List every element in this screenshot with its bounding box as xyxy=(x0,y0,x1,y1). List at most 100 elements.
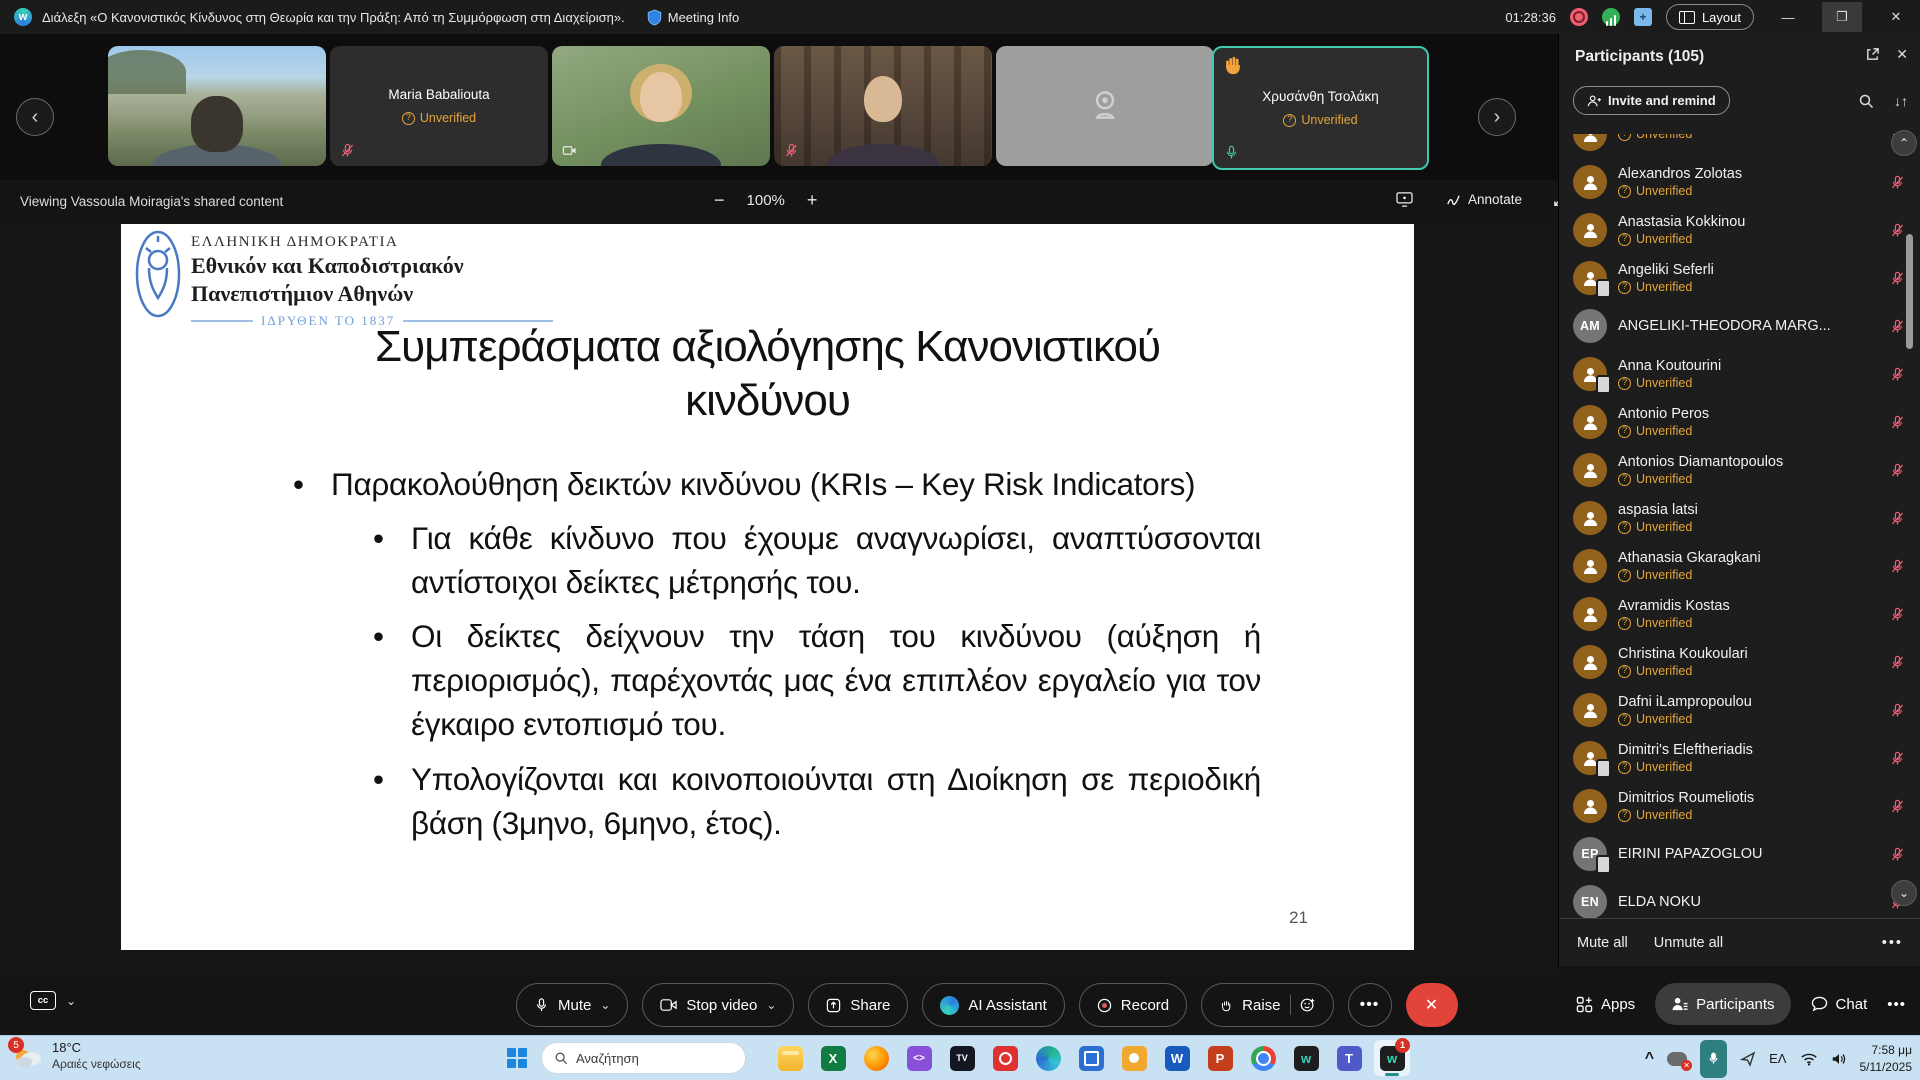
notes-icon[interactable]: + xyxy=(1633,8,1652,26)
taskbar-webex-meeting-icon[interactable]: w1 xyxy=(1374,1038,1410,1076)
speaker-icon[interactable] xyxy=(1831,1052,1847,1066)
participant-row[interactable]: AM ANGELIKI-THEODORA MARG... xyxy=(1559,302,1920,350)
panel-close-icon[interactable]: ✕ xyxy=(1896,46,1908,63)
participant-row[interactable]: Anastasia Kokkinou ? Unverified xyxy=(1559,206,1920,254)
apps-grid-icon xyxy=(1576,996,1593,1012)
filmstrip-next-button[interactable]: › xyxy=(1478,98,1516,136)
pop-out-icon[interactable] xyxy=(1865,47,1880,62)
recording-indicator-icon[interactable] xyxy=(1569,8,1588,26)
participant-row[interactable]: Anna Koutourini ? Unverified xyxy=(1559,350,1920,398)
ai-assistant-button[interactable]: AI Assistant xyxy=(922,983,1065,1027)
mute-button[interactable]: Mute ⌄ xyxy=(516,983,629,1027)
taskbar-clock[interactable]: 7:58 μμ 5/11/2025 xyxy=(1860,1042,1913,1074)
video-tile-1[interactable] xyxy=(108,46,326,166)
layout-button[interactable]: Layout xyxy=(1665,4,1754,30)
taskbar-code-app-icon[interactable]: <> xyxy=(901,1040,937,1076)
participants-toggle-button[interactable]: Participants xyxy=(1655,983,1791,1025)
taskbar-blue-app-icon[interactable] xyxy=(1073,1040,1109,1076)
tray-expand-chevron-icon[interactable]: ^ xyxy=(1645,1050,1654,1068)
participant-row[interactable]: EN ELDA NOKU xyxy=(1559,878,1920,918)
wifi-icon[interactable] xyxy=(1800,1052,1818,1066)
participant-row[interactable]: Dimitri's Eleftheriadis ? Unverified xyxy=(1559,734,1920,782)
taskbar-word-icon[interactable]: W xyxy=(1159,1040,1195,1076)
restore-button[interactable]: ❐ xyxy=(1822,2,1862,32)
participants-more-button[interactable]: ••• xyxy=(1882,935,1903,951)
record-button[interactable]: Record xyxy=(1078,983,1188,1027)
closed-captions-button[interactable]: cc ⌄ xyxy=(30,991,76,1010)
participant-name: Dimitri's Eleftheriadis xyxy=(1618,742,1753,758)
participant-row[interactable]: EP EIRINI PAPAZOGLOU xyxy=(1559,830,1920,878)
scroll-down-button[interactable]: ⌄ xyxy=(1891,880,1917,906)
taskbar-chrome-icon[interactable] xyxy=(1245,1040,1281,1076)
taskbar-file-explorer-icon[interactable] xyxy=(772,1040,808,1076)
taskbar-webex-icon[interactable]: w xyxy=(1288,1040,1324,1076)
muted-mic-icon xyxy=(1891,271,1904,284)
meeting-info-button[interactable]: Meeting Info xyxy=(647,8,739,26)
invite-and-remind-button[interactable]: Invite and remind xyxy=(1573,86,1730,115)
participant-name: Dimitrios Roumeliotis xyxy=(1618,790,1755,806)
video-tile-6-active-speaker[interactable]: Χρυσάνθη Τσολάκη ? Unverified xyxy=(1212,46,1429,170)
participants-list[interactable]: ?Unverified Alexandros Zolotas ?Unverifi… xyxy=(1559,134,1920,918)
person-icon xyxy=(1583,799,1597,814)
apps-button[interactable]: Apps xyxy=(1576,996,1635,1013)
scroll-up-button[interactable]: ⌃ xyxy=(1891,130,1917,156)
participant-row[interactable]: aspasia latsi ? Unverified xyxy=(1559,494,1920,542)
zoom-in-button[interactable]: + xyxy=(807,190,818,211)
leave-meeting-button[interactable]: ✕ xyxy=(1405,983,1458,1027)
filmstrip-prev-button[interactable]: ‹ xyxy=(16,98,54,136)
participant-row[interactable]: Angeliki Seferli ? Unverified xyxy=(1559,254,1920,302)
participant-row[interactable]: Antonios Diamantopoulos ? Unverified xyxy=(1559,446,1920,494)
taskbar-red-app-icon[interactable] xyxy=(987,1040,1023,1076)
mic-in-use-indicator[interactable] xyxy=(1700,1039,1728,1078)
stop-video-button[interactable]: Stop video ⌄ xyxy=(642,983,795,1027)
taskbar-teams-icon[interactable]: T xyxy=(1331,1040,1367,1076)
display-icon[interactable] xyxy=(1396,192,1413,207)
zoom-out-button[interactable]: − xyxy=(714,190,725,211)
taskbar-powerpoint-icon[interactable]: P xyxy=(1202,1040,1238,1076)
connection-quality-icon[interactable] xyxy=(1601,8,1620,26)
participant-name: Antonios Diamantopoulos xyxy=(1618,454,1784,470)
share-button[interactable]: Share xyxy=(808,983,909,1027)
taskbar-excel-icon[interactable]: X xyxy=(815,1040,851,1076)
participant-row[interactable]: Christina Koukoulari ? Unverified xyxy=(1559,638,1920,686)
chevron-down-icon[interactable]: ⌄ xyxy=(66,994,76,1008)
participant-status: ?Unverified xyxy=(1618,184,1742,198)
panel-more-button[interactable]: ••• xyxy=(1887,996,1906,1013)
more-options-button[interactable]: ••• xyxy=(1347,983,1392,1027)
participant-row[interactable]: Athanasia Gkaragkani ? Unverified xyxy=(1559,542,1920,590)
taskbar-edge-icon[interactable] xyxy=(1030,1040,1066,1076)
participant-row[interactable]: Alexandros Zolotas ? Unverified xyxy=(1559,158,1920,206)
muted-mic-icon xyxy=(1891,559,1904,572)
close-button[interactable]: ✕ xyxy=(1876,2,1916,32)
participant-row[interactable]: Dafni iLampropoulou ? Unverified xyxy=(1559,686,1920,734)
scrollbar-thumb[interactable] xyxy=(1906,234,1913,349)
video-tile-3[interactable] xyxy=(552,46,770,166)
search-icon[interactable] xyxy=(1858,93,1874,109)
participant-row[interactable]: Antonio Peros ? Unverified xyxy=(1559,398,1920,446)
unmute-all-button[interactable]: Unmute all xyxy=(1654,935,1723,951)
video-tile-5[interactable] xyxy=(996,46,1214,166)
raise-hand-button[interactable]: Raise xyxy=(1201,983,1334,1027)
taskbar-firefox-icon[interactable] xyxy=(858,1040,894,1076)
start-button[interactable] xyxy=(505,1046,529,1070)
participant-row[interactable]: Avramidis Kostas ? Unverified xyxy=(1559,590,1920,638)
reactions-smiley-icon[interactable] xyxy=(1300,997,1316,1013)
video-tile-2[interactable]: Maria Babaliouta ? Unverified xyxy=(330,46,548,166)
annotate-button[interactable]: Annotate xyxy=(1468,192,1522,207)
minimize-button[interactable]: — xyxy=(1768,2,1808,32)
video-background xyxy=(108,50,186,94)
taskbar-tradingview-icon[interactable]: TV xyxy=(944,1040,980,1076)
tile-participant-name: Χρυσάνθη Τσολάκη xyxy=(1262,89,1379,104)
taskbar-weather-widget[interactable]: 5 18°C Αραιές νεφώσεις xyxy=(8,1037,141,1073)
participant-row[interactable]: Dimitrios Roumeliotis ? Unverified xyxy=(1559,782,1920,830)
video-tile-4[interactable] xyxy=(774,46,992,166)
chat-button[interactable]: Chat xyxy=(1811,996,1867,1013)
mute-all-button[interactable]: Mute all xyxy=(1577,935,1628,951)
participant-row[interactable]: ?Unverified xyxy=(1559,134,1920,158)
sort-icon[interactable]: ↓↑ xyxy=(1894,93,1908,109)
taskbar-yellow-app-icon[interactable] xyxy=(1116,1040,1152,1076)
search-input[interactable]: Αναζήτηση xyxy=(541,1042,746,1074)
onedrive-error-icon[interactable]: ✕ xyxy=(1667,1051,1693,1071)
location-arrow-icon[interactable] xyxy=(1740,1051,1756,1067)
language-indicator[interactable]: ΕΛ xyxy=(1769,1051,1786,1066)
